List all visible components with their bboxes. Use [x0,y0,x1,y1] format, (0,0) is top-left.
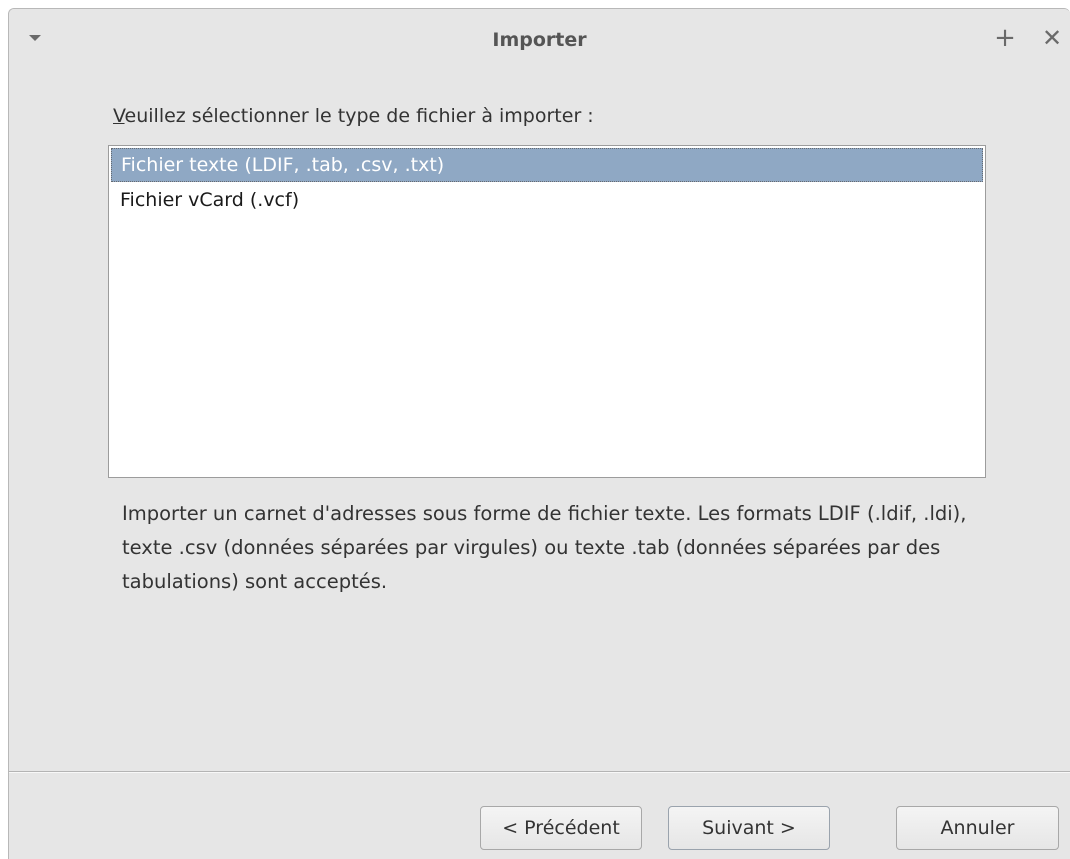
previous-button[interactable]: < Précédent [480,806,642,850]
next-button[interactable]: Suivant > [668,806,830,850]
import-dialog: Importer + ✕ Veuillez sélectionner le ty… [8,8,1070,859]
file-type-prompt-label: Veuillez sélectionner le type de fichier… [113,105,594,127]
window-title: Importer [492,29,587,51]
maximize-plus-icon[interactable]: + [992,23,1018,53]
list-item-text-file[interactable]: Fichier texte (LDIF, .tab, .csv, .txt) [111,148,983,182]
prompt-text: euillez sélectionner le type de fichier … [124,105,594,127]
list-item-vcard-file[interactable]: Fichier vCard (.vcf) [109,184,985,217]
file-type-list[interactable]: Fichier texte (LDIF, .tab, .csv, .txt) F… [108,145,986,478]
button-separator [9,771,1070,773]
close-icon[interactable]: ✕ [1039,23,1065,53]
mnemonic-letter: V [113,105,125,127]
file-type-description: Importer un carnet d'adresses sous forme… [122,502,967,593]
title-bar[interactable]: Importer + ✕ [9,9,1070,67]
cancel-button[interactable]: Annuler [896,806,1059,850]
